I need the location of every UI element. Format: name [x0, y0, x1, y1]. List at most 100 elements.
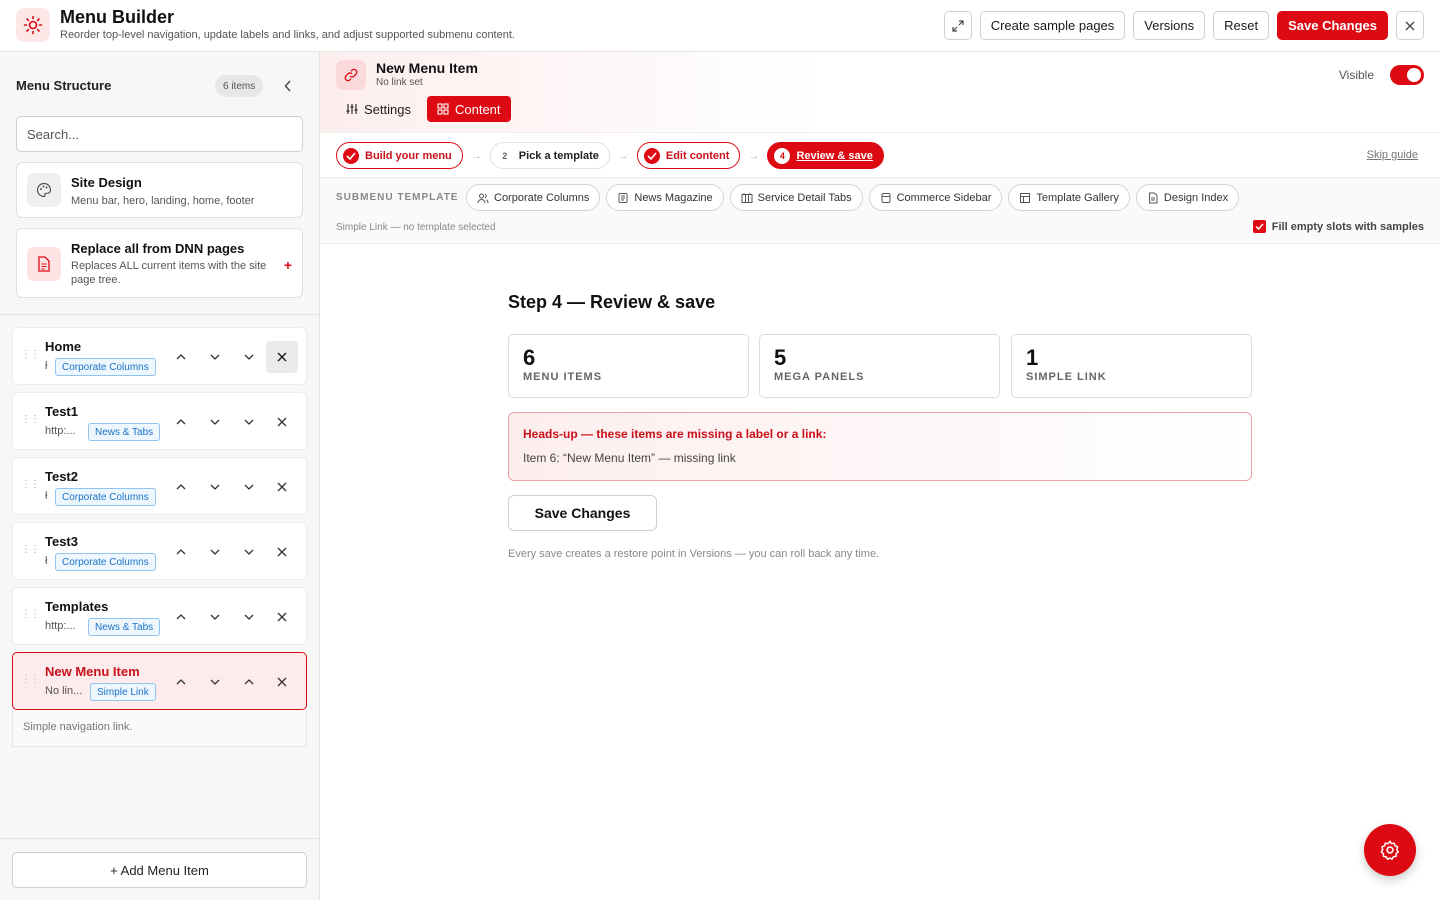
save-note: Every save creates a restore point in Ve…: [508, 548, 880, 560]
move-up-button[interactable]: [165, 341, 197, 373]
chip-news-magazine[interactable]: News Magazine: [606, 184, 724, 211]
menu-item-label: Home: [45, 339, 82, 354]
menu-item-label: Test1: [45, 404, 78, 419]
chip-commerce-sidebar[interactable]: Commerce Sidebar: [868, 184, 1003, 211]
chip-service-detail-tabs[interactable]: Service Detail Tabs: [729, 184, 863, 211]
move-up-button[interactable]: [165, 406, 197, 438]
step-review-save[interactable]: 4 Review & save: [767, 142, 884, 169]
columns-icon: [741, 192, 753, 203]
grid-icon: [437, 103, 449, 115]
menu-item-label: Test2: [45, 469, 78, 484]
create-sample-pages-button[interactable]: Create sample pages: [979, 11, 1126, 40]
drag-handle-icon[interactable]: ⋮⋮: [21, 480, 40, 490]
file-icon: [1148, 192, 1158, 203]
close-icon: [277, 547, 287, 557]
chevron-down-icon: [244, 549, 254, 555]
drag-handle-icon[interactable]: ⋮⋮: [21, 350, 40, 360]
sidebar: Menu Structure 6 items Site Design Menu …: [0, 52, 320, 900]
versions-button[interactable]: Versions: [1133, 11, 1206, 40]
visible-toggle[interactable]: [1390, 65, 1424, 85]
template-badge: Corporate Columns: [55, 358, 156, 376]
remove-item-button[interactable]: [266, 341, 298, 373]
site-design-card[interactable]: Site Design Menu bar, hero, landing, hom…: [16, 162, 303, 218]
move-down-button[interactable]: [199, 471, 231, 503]
expand-button[interactable]: [943, 11, 972, 40]
document-icon: [27, 247, 61, 281]
move-up-button[interactable]: [165, 536, 197, 568]
step-build-menu[interactable]: Build your menu: [336, 142, 463, 169]
close-icon: [277, 482, 287, 492]
editor-tabs: Settings Content: [336, 96, 511, 122]
remove-item-button[interactable]: [266, 471, 298, 503]
tab-settings-label: Settings: [364, 101, 411, 117]
link-icon: [336, 60, 366, 90]
move-down-button[interactable]: [199, 406, 231, 438]
stat-label: SIMPLE LINK: [1026, 371, 1107, 383]
drag-handle-icon[interactable]: ⋮⋮: [21, 675, 40, 685]
chip-template-gallery[interactable]: Template Gallery: [1008, 184, 1130, 211]
check-icon: [343, 147, 359, 164]
reset-button[interactable]: Reset: [1213, 11, 1270, 40]
chip-label: Design Index: [1163, 191, 1229, 204]
move-down-button[interactable]: [199, 666, 231, 698]
replace-from-dnn-card[interactable]: Replace all from DNN pages Replaces ALL …: [16, 228, 303, 298]
menu-item-test2[interactable]: ⋮⋮ Test2 ł Corporate Columns: [12, 457, 307, 515]
add-menu-item-button[interactable]: + Add Menu Item: [12, 852, 307, 888]
expand-item-button[interactable]: [233, 536, 265, 568]
expand-item-button[interactable]: [233, 341, 265, 373]
move-up-button[interactable]: [165, 471, 197, 503]
warning-title: Heads-up — these items are missing a lab…: [523, 427, 827, 441]
menu-item-new-menu-item[interactable]: ⋮⋮ New Menu Item No lin... Simple Link: [12, 652, 307, 710]
menu-item-link: No lin...: [45, 685, 83, 697]
chevron-up-icon: [176, 484, 186, 490]
skip-guide-link[interactable]: Skip guide: [1367, 149, 1418, 161]
menu-item-home[interactable]: ⋮⋮ Home ł Corporate Columns: [12, 327, 307, 385]
collapse-item-button[interactable]: [233, 666, 265, 698]
stat-value: 1: [1026, 345, 1039, 370]
template-label: SUBMENU TEMPLATE: [336, 192, 459, 203]
remove-item-button[interactable]: [266, 406, 298, 438]
menu-item-test3[interactable]: ⋮⋮ Test3 ł Corporate Columns: [12, 522, 307, 580]
collapse-sidebar-button[interactable]: [278, 76, 298, 96]
save-changes-button[interactable]: Save Changes: [1277, 11, 1388, 40]
menu-item-templates[interactable]: ⋮⋮ Templates http:... News & Tabs: [12, 587, 307, 645]
remove-item-button[interactable]: [266, 601, 298, 633]
drag-handle-icon[interactable]: ⋮⋮: [21, 610, 40, 620]
warning-panel: Heads-up — these items are missing a lab…: [508, 412, 1252, 481]
remove-item-button[interactable]: [266, 666, 298, 698]
stat-value: 5: [774, 345, 787, 370]
drag-handle-icon[interactable]: ⋮⋮: [21, 545, 40, 555]
expand-icon: [952, 19, 964, 32]
move-up-button[interactable]: [165, 666, 197, 698]
search-input[interactable]: [16, 116, 303, 152]
tab-settings[interactable]: Settings: [336, 96, 421, 122]
remove-item-button[interactable]: [266, 536, 298, 568]
close-button[interactable]: [1396, 11, 1424, 40]
item-count-badge: 6 items: [215, 75, 264, 97]
warning-item: Item 6: “New Menu Item” — missing link: [523, 451, 736, 465]
close-icon: [277, 677, 287, 687]
item-title: New Menu Item: [376, 60, 478, 76]
expand-item-button[interactable]: [233, 601, 265, 633]
expand-item-button[interactable]: [233, 471, 265, 503]
move-down-button[interactable]: [199, 601, 231, 633]
tab-content[interactable]: Content: [426, 96, 511, 122]
move-up-button[interactable]: [165, 601, 197, 633]
expand-item-button[interactable]: [233, 406, 265, 438]
close-icon: [277, 352, 287, 362]
step-pick-template[interactable]: 2 Pick a template: [489, 142, 610, 169]
fill-empty-slots-checkbox[interactable]: Fill empty slots with samples: [1252, 220, 1424, 233]
settings-fab-button[interactable]: [1364, 824, 1416, 876]
move-down-button[interactable]: [199, 536, 231, 568]
item-header: New Menu Item No link set Visible Settin…: [320, 52, 1440, 132]
menu-item-test1[interactable]: ⋮⋮ Test1 http:... News & Tabs: [12, 392, 307, 450]
step-label: Review & save: [796, 149, 873, 162]
drag-handle-icon[interactable]: ⋮⋮: [21, 415, 40, 425]
review-save-button[interactable]: Save Changes: [508, 495, 657, 531]
chip-corporate-columns[interactable]: Corporate Columns: [466, 184, 601, 211]
chevron-up-icon: [176, 679, 186, 685]
move-down-button[interactable]: [199, 341, 231, 373]
arrow-icon: →: [617, 149, 629, 162]
chip-design-index[interactable]: Design Index: [1135, 184, 1240, 211]
step-edit-content[interactable]: Edit content: [636, 142, 741, 169]
